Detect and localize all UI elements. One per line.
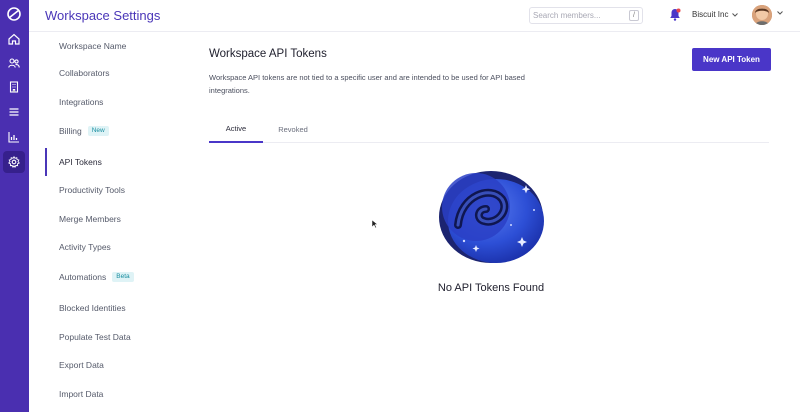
beta-badge: Beta — [112, 271, 134, 283]
top-header: Workspace Settings / Biscuit Inc — [29, 0, 800, 32]
nav-item-blocked-identities[interactable]: Blocked Identities — [45, 294, 175, 322]
nav-label: Populate Test Data — [59, 332, 131, 342]
nav-item-automations[interactable]: Automations Beta — [45, 263, 175, 291]
new-badge: New — [87, 125, 109, 137]
chart-icon[interactable] — [3, 126, 25, 148]
nav-label: Merge Members — [59, 214, 121, 224]
tab-active[interactable]: Active — [209, 115, 263, 143]
avatar[interactable] — [752, 5, 772, 25]
search-shortcut-key: / — [629, 10, 639, 21]
nav-item-activity-types[interactable]: Activity Types — [45, 233, 175, 261]
nav-label: Import Data — [59, 389, 104, 399]
people-icon[interactable] — [3, 52, 25, 74]
settings-nav: Workspace Name Collaborators Integration… — [45, 32, 175, 412]
nav-label: Workspace Name — [59, 41, 127, 51]
empty-state-message: No API Tokens Found — [437, 282, 545, 294]
list-icon[interactable] — [3, 101, 25, 123]
nav-item-workspace-name[interactable]: Workspace Name — [45, 32, 175, 60]
nav-label: API Tokens — [59, 157, 102, 167]
left-rail — [0, 0, 29, 412]
logo-icon[interactable] — [3, 3, 25, 25]
cursor-icon — [371, 219, 379, 229]
nav-label: Billing — [59, 126, 82, 136]
empty-state-illustration — [439, 171, 544, 263]
home-icon[interactable] — [3, 28, 25, 50]
nav-item-billing[interactable]: Billing New — [45, 117, 175, 145]
section-title: Workspace API Tokens — [209, 48, 327, 60]
member-search[interactable]: / — [529, 7, 643, 24]
chevron-down-icon[interactable] — [777, 11, 783, 15]
new-api-token-button[interactable]: New API Token — [692, 48, 771, 71]
tab-revoked[interactable]: Revoked — [269, 115, 317, 143]
bell-icon[interactable] — [669, 8, 681, 21]
org-name: Biscuit Inc — [692, 10, 729, 19]
building-icon[interactable] — [3, 76, 25, 98]
nav-item-export-data[interactable]: Export Data — [45, 351, 175, 379]
nav-item-merge-members[interactable]: Merge Members — [45, 205, 175, 233]
gear-icon[interactable] — [3, 151, 25, 173]
nav-label: Productivity Tools — [59, 185, 125, 195]
nav-label: Automations — [59, 272, 107, 282]
nav-label: Collaborators — [59, 68, 110, 78]
org-switcher[interactable]: Biscuit Inc — [692, 10, 739, 19]
nav-label: Integrations — [59, 97, 104, 107]
chevron-down-icon — [732, 12, 739, 17]
token-tabs: Active Revoked — [209, 115, 769, 143]
page-title: Workspace Settings — [45, 8, 161, 23]
nav-item-populate-test-data[interactable]: Populate Test Data — [45, 323, 175, 351]
nav-item-productivity-tools[interactable]: Productivity Tools — [45, 176, 175, 204]
nav-label: Export Data — [59, 360, 104, 370]
section-description: Workspace API tokens are not tied to a s… — [209, 73, 525, 95]
nav-item-api-tokens[interactable]: API Tokens — [45, 148, 175, 176]
nav-item-integrations[interactable]: Integrations — [45, 88, 175, 116]
nav-item-collaborators[interactable]: Collaborators — [45, 59, 175, 87]
nav-label: Activity Types — [59, 242, 111, 252]
nav-item-import-data[interactable]: Import Data — [45, 380, 175, 408]
search-input[interactable] — [533, 9, 619, 22]
nav-label: Blocked Identities — [59, 303, 126, 313]
